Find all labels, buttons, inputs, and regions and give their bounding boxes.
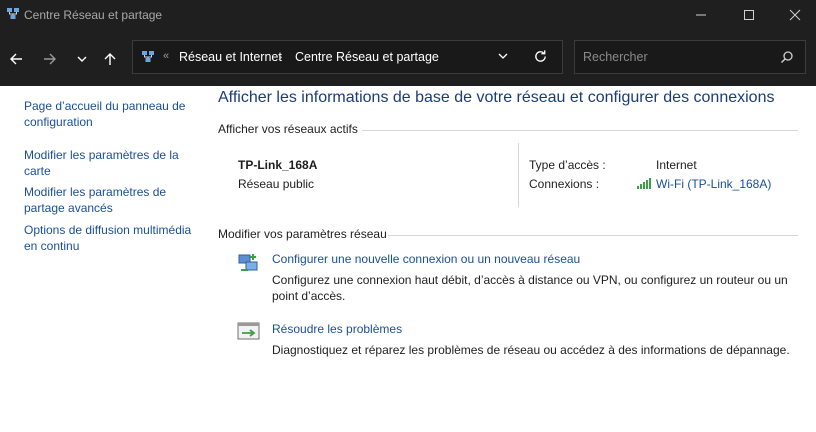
network-settings-label: Modifier vos paramètres réseau (218, 227, 387, 241)
new-connection-icon (237, 251, 261, 278)
wifi-signal-icon (637, 178, 653, 192)
task-new-connection-link[interactable]: Configurer une nouvelle connexion ou un … (272, 252, 580, 266)
task-troubleshoot-description: Diagnostiquez et réparez les problèmes d… (272, 343, 790, 357)
refresh-button[interactable] (533, 49, 548, 67)
sidebar-item-advanced-sharing[interactable]: Modifier les paramètres de partage avanc… (24, 185, 194, 216)
network-center-icon (6, 7, 20, 24)
sidebar-item-media-streaming[interactable]: Options de diffusion multimédia en conti… (24, 223, 194, 254)
minimize-icon (696, 14, 706, 16)
access-type-label: Type d’accès : (529, 158, 606, 172)
chevron-down-icon (498, 53, 508, 59)
arrow-right-icon (44, 53, 56, 65)
search-input[interactable] (575, 41, 775, 73)
task-new-connection-description: Configurez une connexion haut débit, d’a… (272, 273, 788, 303)
connections-label: Connexions : (529, 177, 600, 191)
breadcrumb-network-center[interactable]: Centre Réseau et partage (295, 50, 439, 64)
maximize-icon (744, 10, 754, 20)
back-button[interactable] (4, 48, 28, 70)
access-type-value: Internet (656, 158, 697, 172)
up-button[interactable] (98, 48, 122, 70)
network-center-icon (141, 50, 155, 67)
navigation-bar: « Réseau et Internet › Centre Réseau et … (0, 30, 816, 86)
network-profile: Réseau public (238, 177, 315, 191)
window-title: Centre Réseau et partage (24, 8, 163, 22)
search-icon[interactable] (780, 50, 794, 67)
close-icon (789, 9, 801, 21)
address-dropdown-button[interactable] (497, 50, 509, 65)
wifi-connection-link[interactable]: Wi-Fi (TP-Link_168A) (656, 177, 771, 191)
sidebar-item-adapter-settings[interactable]: Modifier les paramètres de la carte (24, 148, 194, 179)
network-divider (518, 143, 519, 207)
chevron-down-icon (77, 56, 87, 62)
close-button[interactable] (772, 0, 816, 30)
section-divider (362, 130, 798, 131)
search-box[interactable] (574, 40, 806, 74)
breadcrumb-network-internet[interactable]: Réseau et Internet (179, 50, 282, 64)
network-name: TP-Link_168A (238, 158, 318, 172)
arrow-left-icon (10, 53, 22, 65)
breadcrumb-separator[interactable]: › (278, 49, 282, 64)
troubleshoot-icon (237, 321, 261, 346)
address-bar[interactable]: « Réseau et Internet › Centre Réseau et … (132, 40, 563, 74)
title-bar: Centre Réseau et partage (0, 0, 816, 30)
page-title: Afficher les informations de base de vot… (218, 89, 775, 106)
breadcrumb-overflow[interactable]: « (163, 50, 169, 62)
arrow-up-icon (104, 53, 116, 65)
forward-button[interactable] (38, 48, 62, 70)
section-divider (388, 235, 798, 236)
maximize-button[interactable] (726, 0, 772, 30)
minimize-button[interactable] (678, 0, 724, 30)
sidebar-item-control-panel-home[interactable]: Page d’accueil du panneau de configurati… (24, 99, 194, 130)
active-networks-label: Afficher vos réseaux actifs (218, 122, 358, 136)
refresh-icon (535, 50, 546, 62)
recent-locations-button[interactable] (70, 48, 94, 70)
task-troubleshoot-link[interactable]: Résoudre les problèmes (272, 322, 402, 336)
